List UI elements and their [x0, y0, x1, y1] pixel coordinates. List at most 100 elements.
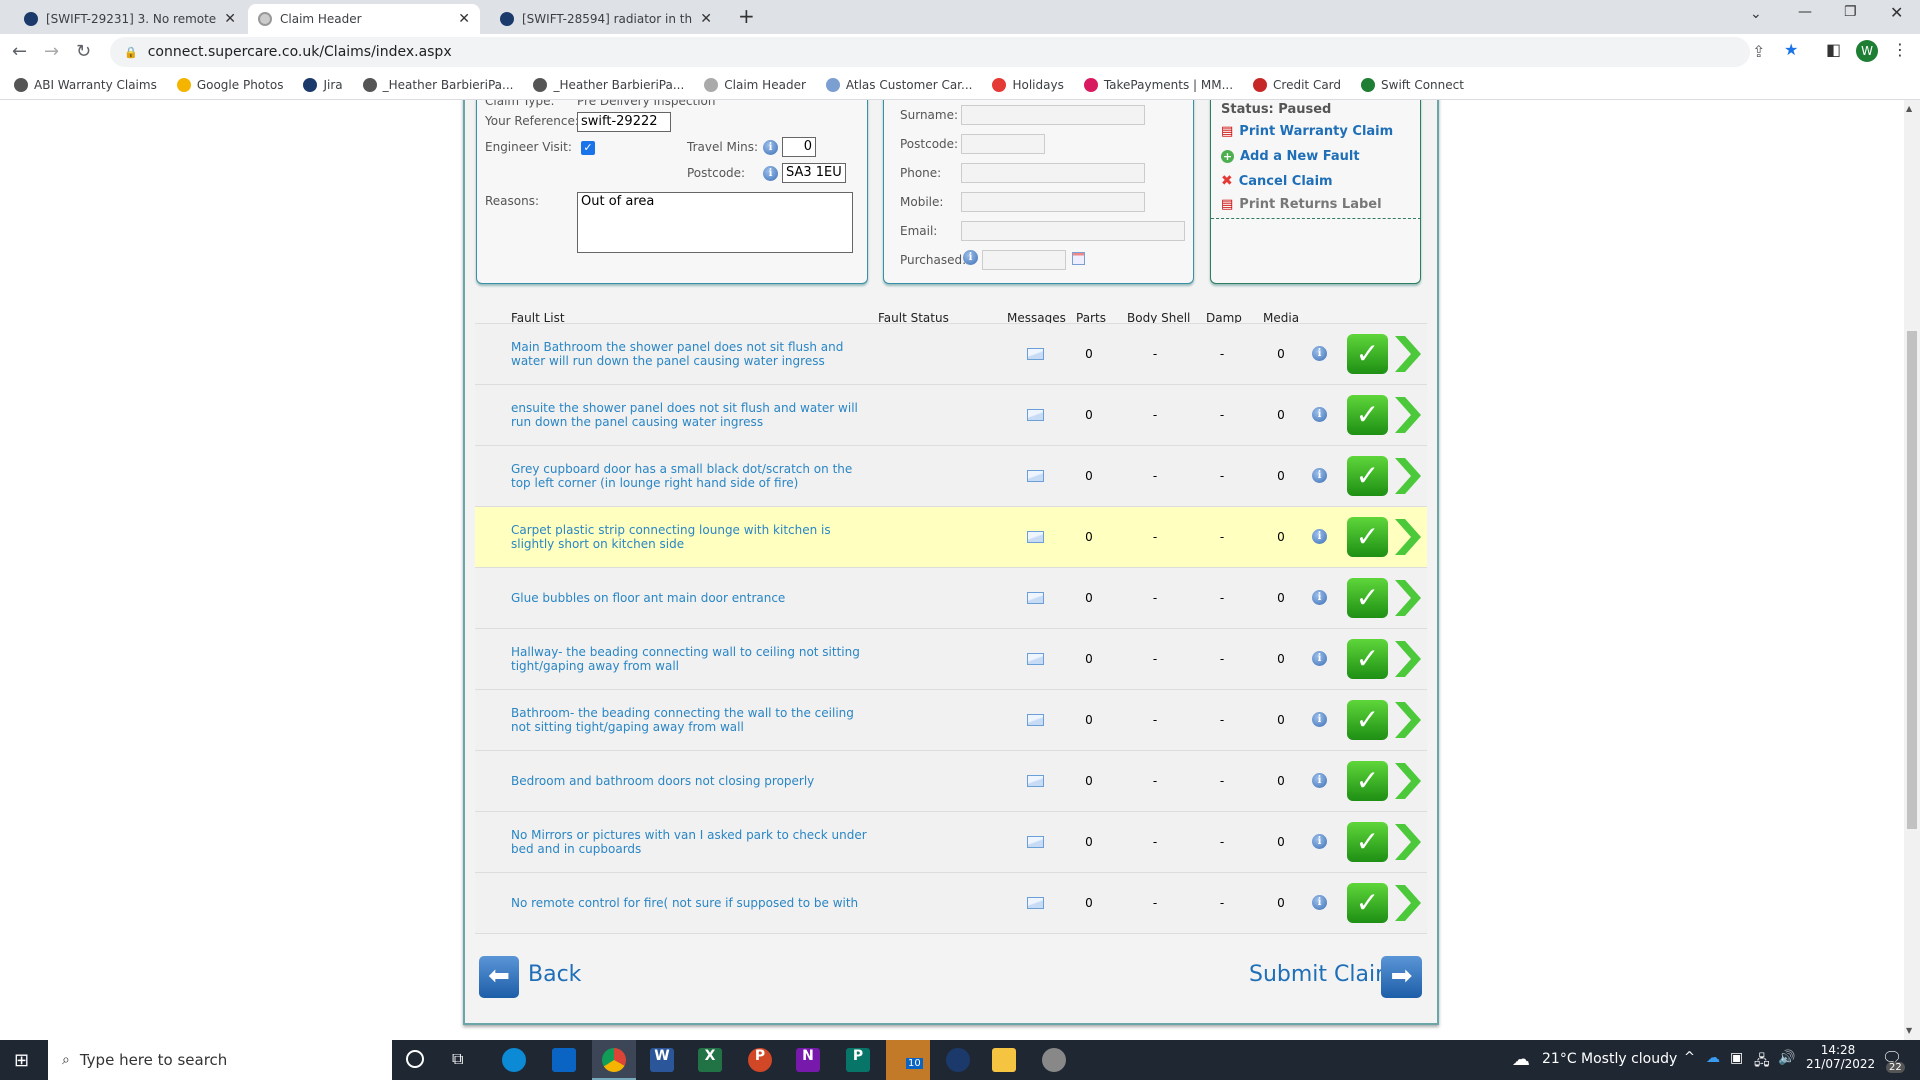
bookmark-item[interactable]: Google Photos [176, 77, 283, 92]
info-icon[interactable]: i [1312, 834, 1327, 849]
taskbar-search-box[interactable]: ⌕ Type here to search [48, 1040, 392, 1080]
fault-description-link[interactable]: Carpet plastic strip connecting lounge w… [511, 523, 871, 551]
windows-start-icon[interactable]: ⊞ [14, 1050, 29, 1071]
info-icon[interactable]: i [763, 140, 778, 155]
calculator-app[interactable]: 10 [886, 1040, 930, 1080]
tab-swift-28594[interactable]: [SWIFT-28594] radiator in the ba ✕ [490, 4, 722, 34]
scroll-down-icon[interactable]: ▼ [1906, 1026, 1912, 1035]
fault-description-link[interactable]: No Mirrors or pictures with van I asked … [511, 828, 871, 856]
new-tab-button[interactable]: + [738, 4, 755, 28]
bookmark-item[interactable]: Jira [303, 77, 343, 92]
info-icon[interactable]: i [1312, 529, 1327, 544]
close-window-button[interactable]: ✕ [1890, 3, 1903, 22]
messages-envelope-icon[interactable] [1027, 409, 1044, 421]
bookmark-item[interactable]: Atlas Customer Car... [825, 77, 972, 92]
email-input[interactable] [961, 221, 1185, 241]
volume-icon[interactable]: 🔊 [1778, 1050, 1795, 1066]
tray-chevron-icon[interactable]: ^ [1684, 1050, 1695, 1065]
tab-swift-29231[interactable]: [SWIFT-29231] 3. No remote con ✕ [14, 4, 246, 34]
fault-description-link[interactable]: ensuite the shower panel does not sit fl… [511, 401, 871, 429]
close-tab-icon[interactable]: ✕ [700, 11, 712, 27]
calendar-icon[interactable] [1072, 252, 1085, 265]
bookmark-item[interactable]: Swift Connect [1361, 77, 1464, 92]
menu-icon[interactable]: ⋮ [1892, 40, 1908, 59]
messages-envelope-icon[interactable] [1027, 470, 1044, 482]
reasons-textarea[interactable]: Out of area [577, 192, 853, 253]
bookmark-item[interactable]: Credit Card [1253, 77, 1341, 92]
print-returns-label-link[interactable]: ▤ Print Returns Label [1221, 197, 1382, 212]
publisher-icon[interactable]: P [846, 1048, 870, 1072]
restore-button[interactable]: ❐ [1844, 4, 1857, 20]
customer-postcode-input[interactable] [961, 134, 1045, 154]
tab-claim-header[interactable]: Claim Header ✕ [248, 4, 480, 34]
phone-input[interactable] [961, 163, 1145, 183]
task-view-icon[interactable]: ⧉ [452, 1049, 463, 1069]
close-tab-icon[interactable]: ✕ [458, 11, 470, 27]
messages-envelope-icon[interactable] [1027, 531, 1044, 543]
fault-description-link[interactable]: Grey cupboard door has a small black dot… [511, 462, 871, 490]
approve-check-button[interactable]: ✓ [1347, 883, 1388, 923]
bookmark-item[interactable]: Claim Header [704, 77, 806, 92]
messages-envelope-icon[interactable] [1027, 653, 1044, 665]
bookmark-item[interactable]: ABI Warranty Claims [14, 77, 157, 92]
onedrive-icon[interactable]: ☁ [1706, 1050, 1720, 1066]
outlook-icon[interactable] [552, 1048, 576, 1072]
fault-description-link[interactable]: Main Bathroom the shower panel does not … [511, 340, 871, 368]
word-icon[interactable]: W [650, 1048, 674, 1072]
surname-input[interactable] [961, 105, 1145, 125]
screen-icon[interactable]: ▣ [1730, 1050, 1743, 1066]
bookmark-star-icon[interactable]: ★ [1784, 40, 1798, 59]
back-arrow-icon[interactable]: ⬅ [479, 956, 519, 998]
cancel-claim-link[interactable]: ✖ Cancel Claim [1221, 173, 1333, 189]
bookmark-item[interactable]: _Heather BarbieriPa... [362, 77, 513, 92]
tab-search-button[interactable]: ⌄ [1750, 6, 1762, 22]
profile-avatar[interactable]: W [1856, 40, 1878, 62]
submit-claim-button[interactable]: Submit Claim [1249, 962, 1397, 987]
add-new-fault-link[interactable]: + Add a New Fault [1221, 149, 1360, 164]
bookmark-item[interactable]: Holidays [992, 77, 1064, 92]
bookmark-item[interactable]: _Heather BarbieriPa... [533, 77, 684, 92]
share-icon[interactable]: ⇪ [1752, 42, 1765, 61]
info-icon[interactable]: i [1312, 346, 1327, 361]
network-icon[interactable]: 🖧 [1754, 1050, 1770, 1074]
info-icon[interactable]: i [1312, 407, 1327, 422]
approve-check-button[interactable]: ✓ [1347, 639, 1388, 679]
minimize-button[interactable]: — [1798, 4, 1812, 20]
file-explorer-icon[interactable] [992, 1048, 1016, 1072]
messages-envelope-icon[interactable] [1027, 775, 1044, 787]
edge-icon[interactable] [502, 1048, 526, 1072]
approve-check-button[interactable]: ✓ [1347, 395, 1388, 435]
fault-description-link[interactable]: Glue bubbles on floor ant main door entr… [511, 591, 871, 605]
excel-icon[interactable]: X [698, 1048, 722, 1072]
reload-icon[interactable]: ↻ [76, 41, 91, 62]
reference-input[interactable]: swift-29222 [577, 112, 671, 132]
clock[interactable]: 14:28 21/07/2022 [1806, 1043, 1875, 1071]
bookmark-item[interactable]: TakePayments | MM... [1083, 77, 1233, 92]
info-icon[interactable]: i [963, 250, 978, 265]
submit-arrow-icon[interactable]: ➡ [1381, 956, 1422, 998]
fault-description-link[interactable]: No remote control for fire( not sure if … [511, 896, 871, 910]
approve-check-button[interactable]: ✓ [1347, 334, 1388, 374]
back-button[interactable]: Back [528, 962, 581, 987]
info-icon[interactable]: i [1312, 712, 1327, 727]
side-panel-icon[interactable]: ◧ [1826, 40, 1841, 59]
cortana-icon[interactable] [406, 1050, 424, 1068]
mobile-input[interactable] [961, 192, 1145, 212]
messages-envelope-icon[interactable] [1027, 592, 1044, 604]
fault-description-link[interactable]: Bathroom- the beading connecting the wal… [511, 706, 871, 734]
fault-description-link[interactable]: Bedroom and bathroom doors not closing p… [511, 774, 871, 788]
approve-check-button[interactable]: ✓ [1347, 700, 1388, 740]
chrome-taskbar-active[interactable] [592, 1040, 636, 1080]
approve-check-button[interactable]: ✓ [1347, 517, 1388, 557]
jira-taskbar-icon[interactable] [946, 1048, 970, 1072]
messages-envelope-icon[interactable] [1027, 897, 1044, 909]
scroll-up-icon[interactable]: ▲ [1906, 104, 1912, 113]
engineer-visit-checkbox[interactable]: ✓ [581, 141, 595, 155]
back-nav-icon[interactable]: ← [12, 41, 27, 62]
approve-check-button[interactable]: ✓ [1347, 456, 1388, 496]
travel-mins-input[interactable]: 0 [782, 137, 816, 157]
approve-check-button[interactable]: ✓ [1347, 822, 1388, 862]
purchased-date-input[interactable] [982, 250, 1066, 270]
engineer-postcode-input[interactable]: SA3 1EU [782, 163, 846, 183]
page-scrollbar[interactable]: ▲ ▼ [1904, 100, 1920, 1040]
